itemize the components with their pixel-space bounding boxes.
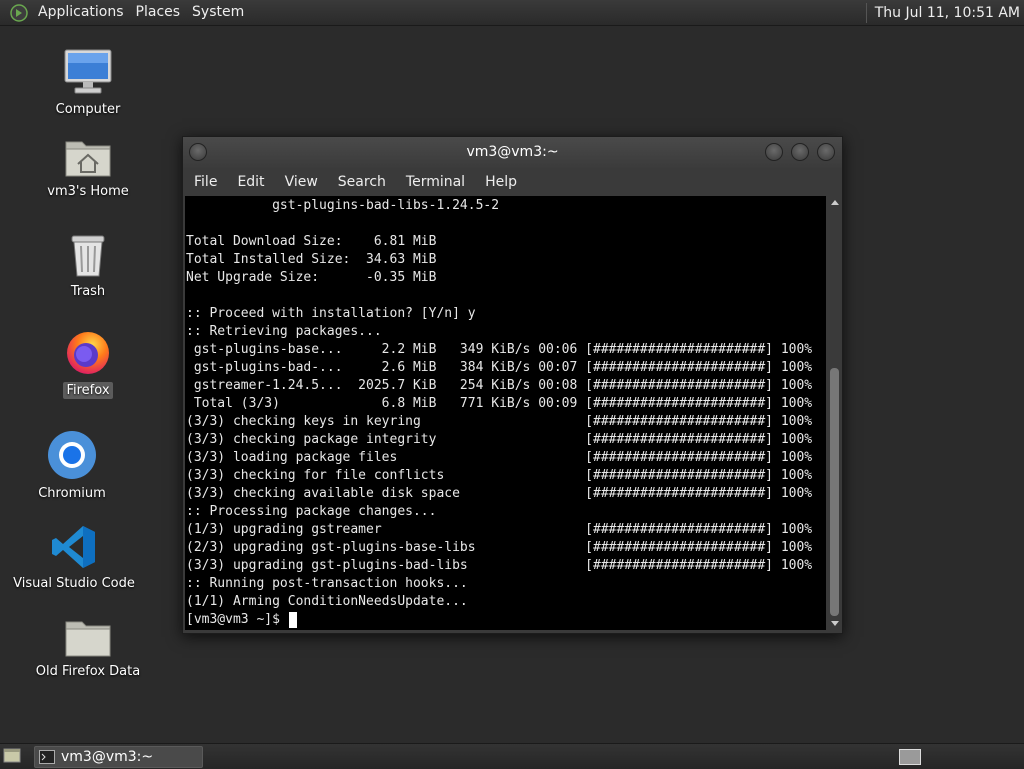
menu-system[interactable]: System	[186, 0, 250, 25]
terminal-line: (1/3) upgrading gstreamer [#############…	[186, 522, 813, 537]
desktop-icon-label: vm3's Home	[47, 184, 129, 199]
desktop-icon-vscode[interactable]: Visual Studio Code	[13, 518, 135, 591]
taskbar-window-label: vm3@vm3:~	[61, 749, 154, 765]
terminal-line: :: Proceed with installation? [Y/n] y	[186, 306, 476, 321]
scroll-up-arrow-icon[interactable]	[831, 200, 839, 205]
desktop-icon-computer[interactable]: Computer	[28, 44, 148, 117]
menu-file[interactable]: File	[183, 174, 227, 190]
terminal-line: (3/3) upgrading gst-plugins-bad-libs [##…	[186, 558, 813, 573]
desktop-icon-old-firefox-data[interactable]: Old Firefox Data	[28, 606, 148, 679]
terminal-icon	[39, 750, 55, 764]
folder-icon	[64, 606, 112, 658]
desktop-icon-label: Visual Studio Code	[13, 576, 135, 591]
terminal-line: :: Running post-transaction hooks...	[186, 576, 468, 591]
menu-terminal[interactable]: Terminal	[396, 174, 475, 190]
app-menu-logo-icon[interactable]	[10, 3, 28, 22]
terminal-line: (2/3) upgrading gst-plugins-base-libs [#…	[186, 540, 813, 555]
bottom-panel: vm3@vm3:~	[0, 743, 1024, 769]
scroll-down-arrow-icon[interactable]	[831, 621, 839, 626]
terminal-menubar: File Edit View Search Terminal Help	[183, 168, 842, 196]
menu-edit[interactable]: Edit	[227, 174, 274, 190]
menu-view[interactable]: View	[275, 174, 328, 190]
desktop-icon-label: Old Firefox Data	[35, 664, 141, 679]
desktop-icon-label: Chromium	[38, 486, 106, 501]
terminal-line: (3/3) loading package files [###########…	[186, 450, 813, 465]
workspace-switcher[interactable]	[899, 749, 921, 765]
terminal-line: (1/1) Arming ConditionNeedsUpdate...	[186, 594, 468, 609]
shell-prompt: [vm3@vm3 ~]$	[186, 612, 288, 627]
terminal-line: Total Installed Size: 34.63 MiB	[186, 252, 437, 267]
menu-places[interactable]: Places	[130, 0, 187, 25]
firefox-icon	[64, 324, 112, 376]
home-folder-icon	[64, 126, 112, 178]
terminal-output[interactable]: gst-plugins-bad-libs-1.24.5-2 Total Down…	[185, 196, 826, 630]
terminal-window[interactable]: vm3@vm3:~ File Edit View Search Terminal…	[182, 136, 843, 634]
text-cursor	[288, 612, 297, 628]
menu-applications[interactable]: Applications	[32, 0, 130, 25]
terminal-line: (3/3) checking for file conflicts [#####…	[186, 468, 813, 483]
desktop-icon-firefox[interactable]: Firefox	[28, 324, 148, 399]
terminal-line: Total Download Size: 6.81 MiB	[186, 234, 437, 249]
desktop-icon-chromium[interactable]: Chromium	[12, 428, 132, 501]
vscode-icon	[51, 518, 97, 570]
taskbar-window-button[interactable]: vm3@vm3:~	[34, 746, 203, 768]
desktop-icon-label: Trash	[70, 284, 106, 299]
scroll-thumb[interactable]	[830, 368, 839, 616]
desktop-icon-label: Computer	[55, 102, 121, 117]
menu-help[interactable]: Help	[475, 174, 527, 190]
minimize-button[interactable]	[765, 143, 783, 161]
clock[interactable]: Thu Jul 11, 10:51 AM	[875, 5, 1024, 21]
desktop-icon-label: Firefox	[63, 382, 113, 399]
chromium-icon	[47, 428, 97, 480]
menu-search[interactable]: Search	[328, 174, 396, 190]
show-desktop-icon[interactable]	[3, 748, 21, 763]
maximize-button[interactable]	[791, 143, 809, 161]
terminal-line: :: Retrieving packages...	[186, 324, 382, 339]
computer-icon	[63, 44, 113, 96]
terminal-line: gst-plugins-bad-... 2.6 MiB 384 KiB/s 00…	[186, 360, 813, 375]
terminal-line: gst-plugins-base... 2.2 MiB 349 KiB/s 00…	[186, 342, 813, 357]
terminal-line: (3/3) checking available disk space [###…	[186, 486, 813, 501]
window-title: vm3@vm3:~	[466, 144, 559, 160]
terminal-line: :: Processing package changes...	[186, 504, 437, 519]
desktop-icon-trash[interactable]: Trash	[28, 226, 148, 299]
trash-icon	[68, 226, 108, 278]
terminal-line: (3/3) checking keys in keyring [########…	[186, 414, 813, 429]
terminal-line: Total (3/3) 6.8 MiB 771 KiB/s 00:09 [###…	[186, 396, 813, 411]
terminal-text: gst-plugins-bad-libs-1.24.5-2 Total Down…	[185, 197, 812, 629]
terminal-line: gst-plugins-bad-libs-1.24.5-2	[186, 198, 500, 213]
top-panel: Applications Places System Thu Jul 11, 1…	[0, 0, 1024, 26]
terminal-line: (3/3) checking package integrity [######…	[186, 432, 813, 447]
terminal-line: gstreamer-1.24.5... 2025.7 KiB 254 KiB/s…	[186, 378, 813, 393]
terminal-line: Net Upgrade Size: -0.35 MiB	[186, 270, 437, 285]
desktop-icon-home[interactable]: vm3's Home	[28, 126, 148, 199]
terminal-prompt-line[interactable]: [vm3@vm3 ~]$	[186, 611, 812, 629]
terminal-scrollbar[interactable]	[828, 196, 842, 630]
window-titlebar[interactable]: vm3@vm3:~	[183, 137, 842, 168]
panel-separator	[865, 2, 867, 23]
close-button[interactable]	[817, 143, 835, 161]
